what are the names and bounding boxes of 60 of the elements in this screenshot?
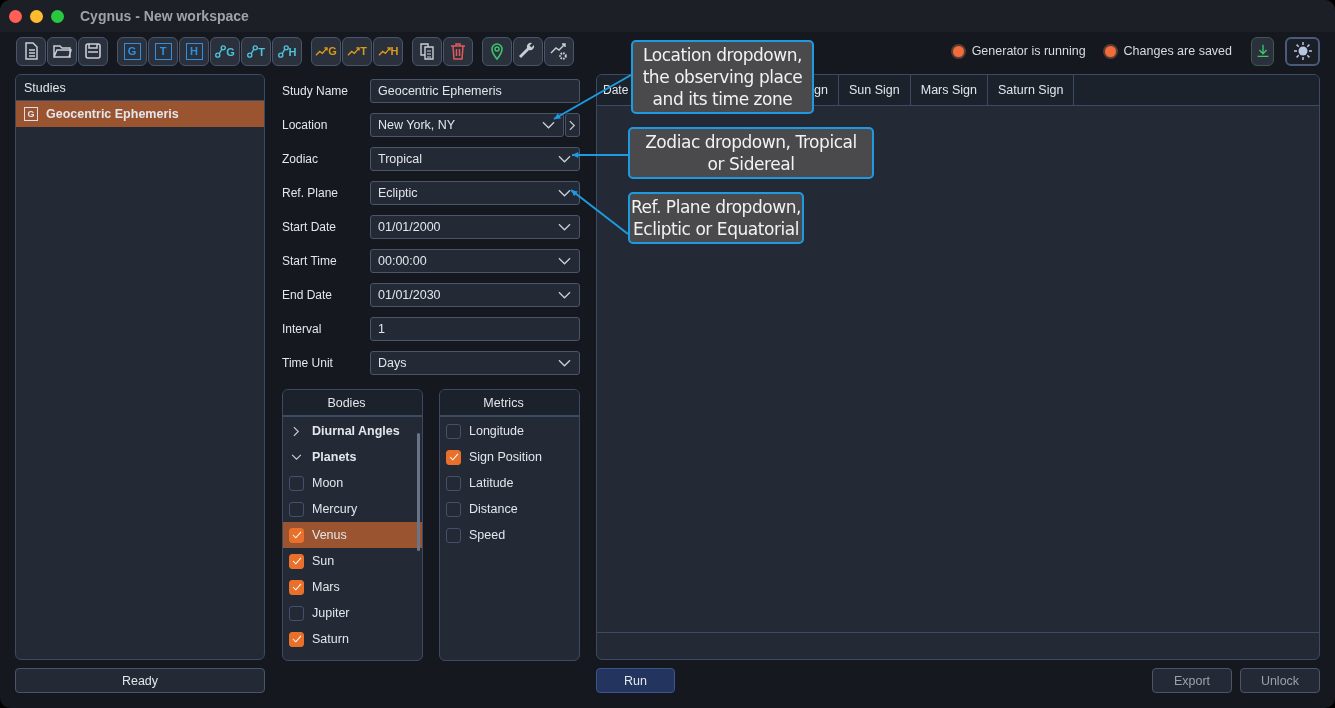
body-item[interactable]: Venus <box>283 522 422 548</box>
run-button[interactable]: Run <box>596 668 675 693</box>
tree-group[interactable]: Planets <box>283 444 422 470</box>
status-text: Changes are saved <box>1123 44 1232 58</box>
input-field[interactable]: 1 <box>370 317 580 341</box>
boxed-button[interactable]: H <box>179 36 209 66</box>
column-header[interactable]: Date <box>603 83 629 97</box>
panel-title: Studies <box>16 75 264 101</box>
dropdown-field[interactable]: New York, NY <box>370 113 564 137</box>
body-item[interactable]: Saturn <box>283 626 422 652</box>
metric-item[interactable]: Speed <box>440 522 579 548</box>
field-label: Zodiac <box>282 152 320 166</box>
metric-item[interactable]: Sign Position <box>440 444 579 470</box>
unlock-button[interactable]: Unlock <box>1240 668 1320 693</box>
metric-item[interactable]: Longitude <box>440 418 579 444</box>
body-item[interactable]: Jupiter <box>283 600 422 626</box>
field-label: Time Unit <box>282 356 334 370</box>
metric-item[interactable]: Distance <box>440 496 579 522</box>
node-button[interactable]: T <box>241 36 271 66</box>
trend-button[interactable]: T <box>342 36 372 66</box>
callout: Ref. Plane dropdown, Ecliptic or Equatorial <box>628 192 804 244</box>
field-label: Study Name <box>282 84 350 98</box>
field-label: Start Date <box>282 220 338 234</box>
node-button[interactable]: G <box>210 36 240 66</box>
column-header[interactable]: Sun Sign <box>849 83 900 97</box>
dropdown-field[interactable]: Tropical <box>370 147 580 171</box>
callout: Zodiac dropdown, Tropical or Sidereal <box>628 127 874 179</box>
dropdown-field[interactable]: 01/01/2030 <box>370 283 580 307</box>
status-text: Generator is running <box>971 44 1086 58</box>
field-label: End Date <box>282 288 334 302</box>
panel-title: Metrics <box>440 390 579 417</box>
panel-title: Bodies <box>283 390 422 417</box>
dropdown-field[interactable]: 00:00:00 <box>370 249 580 273</box>
trend-button[interactable]: H <box>373 36 403 66</box>
input-field[interactable]: Geocentric Ephemeris <box>370 79 580 103</box>
ready-button[interactable]: Ready <box>15 668 265 693</box>
body-item[interactable]: Moon <box>283 470 422 496</box>
body-item[interactable]: Mercury <box>283 496 422 522</box>
field-label: Location <box>282 118 329 132</box>
column-header[interactable]: gn <box>814 83 828 97</box>
callout: Location dropdown, the observing place and its time zone <box>631 40 814 114</box>
dropdown-field[interactable]: Days <box>370 351 580 375</box>
export-button[interactable]: Export <box>1152 668 1232 693</box>
boxed-button[interactable]: G <box>117 36 147 66</box>
boxed-button[interactable]: T <box>148 36 178 66</box>
window-title: Cygnus - New workspace <box>80 8 249 24</box>
column-header[interactable]: Saturn Sign <box>998 83 1064 97</box>
tree-group[interactable]: Diurnal Angles <box>283 418 422 444</box>
dropdown-field[interactable]: 01/01/2000 <box>370 215 580 239</box>
field-label: Ref. Plane <box>282 186 340 200</box>
column-header[interactable]: Mars Sign <box>920 83 977 97</box>
trend-button[interactable]: G <box>311 36 341 66</box>
node-button[interactable]: H <box>272 36 302 66</box>
body-item[interactable]: Sun <box>283 548 422 574</box>
study-item[interactable]: G Geocentric Ephemeris <box>16 101 264 127</box>
field-label: Start Time <box>282 254 338 268</box>
dropdown-field[interactable]: Ecliptic <box>370 181 580 205</box>
field-label: Interval <box>282 322 323 336</box>
metric-item[interactable]: Latitude <box>440 470 579 496</box>
body-item[interactable]: Mars <box>283 574 422 600</box>
